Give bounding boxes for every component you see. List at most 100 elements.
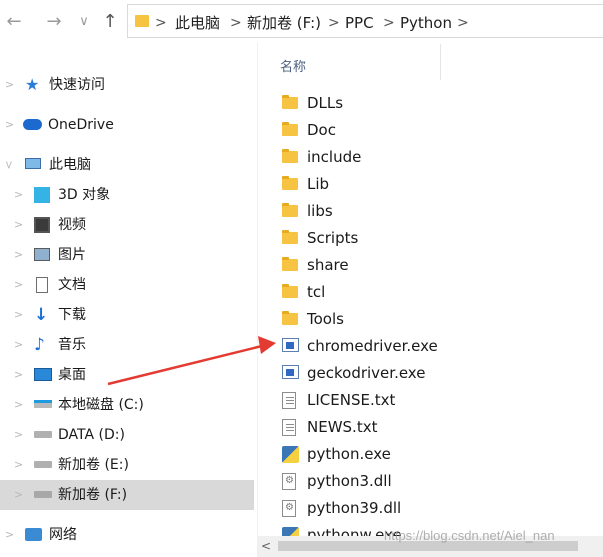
folder-icon <box>282 122 298 136</box>
list-item[interactable]: NEWS.txt <box>278 414 578 441</box>
sidebar-item-desktop[interactable]: > 桌面 <box>0 360 254 390</box>
back-button[interactable]: ← <box>4 8 24 36</box>
sidebar-item-label: 本地磁盘 (C:) <box>58 397 144 413</box>
file-name: include <box>307 148 362 166</box>
pane-divider <box>257 42 258 557</box>
scroll-left-icon[interactable]: < <box>261 538 271 554</box>
chevron-right-icon[interactable]: > <box>5 77 14 93</box>
dll-file-icon <box>282 500 296 517</box>
chevron-right-icon[interactable]: > <box>14 217 23 233</box>
cloud-icon <box>23 119 42 130</box>
desktop-icon <box>34 368 52 381</box>
back-arrow-icon: ← <box>6 11 22 32</box>
chevron-right-icon[interactable]: > <box>14 487 23 503</box>
chevron-right-icon[interactable]: > <box>5 117 14 133</box>
sidebar-item-label: DATA (D:) <box>58 427 125 443</box>
breadcrumb-separator: > <box>230 15 242 31</box>
chevron-right-icon[interactable]: > <box>14 187 23 203</box>
drive-icon <box>34 491 52 498</box>
chevron-right-icon[interactable]: > <box>14 337 23 353</box>
sidebar-item-downloads[interactable]: > ↓ 下载 <box>0 300 254 330</box>
forward-button[interactable]: → <box>44 8 64 36</box>
breadcrumb-item-this-pc[interactable]: 此电脑 <box>175 13 220 33</box>
sidebar-item-drive-f[interactable]: > 新加卷 (F:) <box>0 480 254 510</box>
text-file-icon <box>282 419 296 436</box>
folder-icon <box>135 15 149 27</box>
picture-icon <box>34 248 50 261</box>
sidebar-item-label: 新加卷 (F:) <box>58 487 128 503</box>
folder-icon <box>282 203 298 217</box>
sidebar-item-videos[interactable]: > 视频 <box>0 210 254 240</box>
sidebar-item-quick-access[interactable]: > ★ 快速访问 <box>0 70 254 100</box>
sidebar-item-label: 3D 对象 <box>58 187 111 203</box>
list-item[interactable]: python.exe <box>278 441 578 468</box>
breadcrumb-item-python[interactable]: Python <box>400 13 452 33</box>
breadcrumb-separator: > <box>383 15 395 31</box>
folder-icon <box>282 311 298 325</box>
chevron-right-icon[interactable]: > <box>14 277 23 293</box>
column-header-name[interactable]: 名称 <box>280 56 306 75</box>
network-icon <box>25 528 42 541</box>
file-name: libs <box>307 202 333 220</box>
chevron-right-icon[interactable]: > <box>14 307 23 323</box>
list-item[interactable]: Scripts <box>278 225 578 252</box>
address-bar[interactable]: > 此电脑 > 新加卷 (F:) > PPC > Python > <box>127 4 603 38</box>
breadcrumb-separator: > <box>457 15 469 31</box>
up-arrow-icon: ↑ <box>102 11 118 32</box>
chevron-right-icon[interactable]: > <box>14 397 23 413</box>
file-name: Tools <box>307 310 344 328</box>
executable-icon <box>282 338 299 352</box>
sidebar-item-drive-d[interactable]: > DATA (D:) <box>0 420 254 450</box>
sidebar-item-onedrive[interactable]: > OneDrive <box>0 110 254 140</box>
arrow-head <box>258 336 276 354</box>
chevron-right-icon[interactable]: > <box>14 427 23 443</box>
sidebar-item-documents[interactable]: > 文档 <box>0 270 254 300</box>
cube-icon <box>34 187 50 203</box>
sidebar-item-drive-c[interactable]: > 本地磁盘 (C:) <box>0 390 254 420</box>
sidebar-item-label: 下载 <box>58 307 86 323</box>
sidebar-item-label: 快速访问 <box>49 77 105 93</box>
sidebar-item-3d-objects[interactable]: > 3D 对象 <box>0 180 254 210</box>
chevron-right-icon[interactable]: > <box>14 367 23 383</box>
list-item[interactable]: LICENSE.txt <box>278 387 578 414</box>
computer-icon <box>25 158 41 169</box>
breadcrumb-separator: > <box>155 15 167 31</box>
breadcrumb-item-ppc[interactable]: PPC <box>345 13 374 33</box>
sidebar-item-this-pc[interactable]: > 此电脑 <box>0 150 254 180</box>
list-item[interactable]: Lib <box>278 171 578 198</box>
music-icon: ♪ <box>34 335 45 355</box>
folder-icon <box>282 176 298 190</box>
breadcrumb-item-drive-f[interactable]: 新加卷 (F:) <box>247 13 321 33</box>
list-item[interactable]: share <box>278 252 578 279</box>
list-item[interactable]: libs <box>278 198 578 225</box>
file-name: python3.dll <box>307 472 392 490</box>
breadcrumb-separator: > <box>328 15 340 31</box>
sidebar-item-pictures[interactable]: > 图片 <box>0 240 254 270</box>
chevron-right-icon[interactable]: > <box>5 527 14 543</box>
sidebar-item-drive-e[interactable]: > 新加卷 (E:) <box>0 450 254 480</box>
file-name: Doc <box>307 121 336 139</box>
folder-icon <box>282 284 298 298</box>
list-item[interactable]: geckodriver.exe <box>278 360 578 387</box>
text-file-icon <box>282 392 296 409</box>
column-divider <box>440 44 441 80</box>
list-item[interactable]: tcl <box>278 279 578 306</box>
list-item[interactable]: DLLs <box>278 90 578 117</box>
list-item[interactable]: include <box>278 144 578 171</box>
file-name: python.exe <box>307 445 391 463</box>
list-item[interactable]: Doc <box>278 117 578 144</box>
drive-icon <box>34 461 52 468</box>
recent-locations-button[interactable]: ∨ <box>74 8 94 36</box>
sidebar-item-network[interactable]: > 网络 <box>0 520 254 550</box>
chevron-right-icon[interactable]: > <box>14 457 23 473</box>
list-item[interactable]: chromedriver.exe <box>278 333 578 360</box>
list-item[interactable]: python39.dll <box>278 495 578 522</box>
list-item[interactable]: python3.dll <box>278 468 578 495</box>
sidebar-item-label: 图片 <box>58 247 86 263</box>
list-item[interactable]: Tools <box>278 306 578 333</box>
sidebar-item-label: 视频 <box>58 217 86 233</box>
sidebar-item-music[interactable]: > ♪ 音乐 <box>0 330 254 360</box>
up-button[interactable]: ↑ <box>100 8 120 36</box>
chevron-down-icon[interactable]: > <box>1 160 17 169</box>
chevron-right-icon[interactable]: > <box>14 247 23 263</box>
